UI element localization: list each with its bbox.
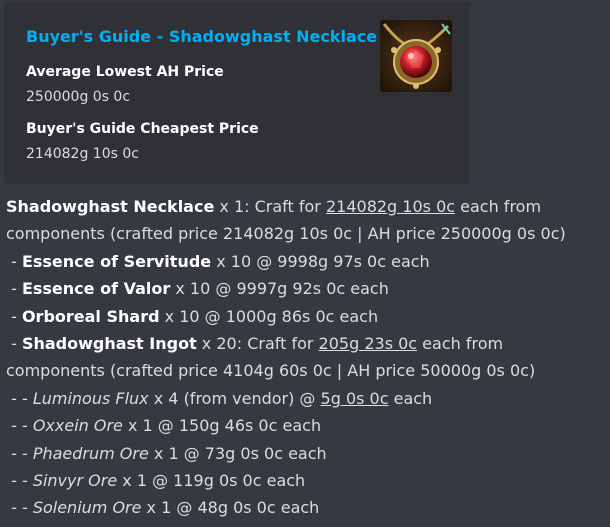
list-item: components (crafted price 4104g 60s 0c |…: [6, 361, 536, 381]
item-name: Sinvyr Ore: [32, 471, 118, 491]
item-name: Phaedrum Ore: [32, 443, 149, 463]
list-item: - - Solenium Ore x 1 @ 48g 0s 0c each: [6, 498, 320, 518]
item-name: Luminous Flux: [32, 388, 149, 408]
list-item: Shadowghast Necklace x 1: Craft for 2140…: [6, 197, 542, 216]
price-link[interactable]: 205g 23s 0c: [319, 334, 418, 353]
field-average-lowest-ah-price-value: 250000g 0s 0c: [26, 89, 131, 105]
shadowghast-necklace-icon[interactable]: [380, 20, 452, 92]
item-name: Essence of Valor: [21, 279, 171, 299]
price-link[interactable]: 5g 0s 0c: [321, 389, 389, 408]
list-item: - - Oxxein Ore x 1 @ 150g 46s 0c each: [6, 416, 322, 436]
list-item: - Shadowghast Ingot x 20: Craft for 205g…: [6, 334, 504, 354]
list-item: - Essence of Servitude x 10 @ 9998g 97s …: [6, 251, 430, 271]
embed-title[interactable]: Buyer's Guide - Shadowghast Necklace: [26, 27, 377, 46]
price-link[interactable]: 214082g 10s 0c: [326, 197, 455, 216]
item-name: Shadowghast Necklace: [6, 197, 215, 216]
list-item: - - Luminous Flux x 4 (from vendor) @ 5g…: [6, 388, 433, 408]
item-name: Solenium Ore: [32, 498, 142, 518]
list-item: - Orboreal Shard x 10 @ 1000g 86s 0c eac…: [6, 306, 379, 326]
list-item: - - Phaedrum Ore x 1 @ 73g 0s 0c each: [6, 443, 327, 463]
field-cheapest-price-value: 214082g 10s 0c: [26, 146, 139, 162]
field-cheapest-price-label: Buyer's Guide Cheapest Price: [26, 121, 259, 137]
field-average-lowest-ah-price-label: Average Lowest AH Price: [26, 64, 224, 80]
list-item: - - Sinvyr Ore x 1 @ 119g 0s 0c each: [6, 471, 306, 491]
buyers-guide-embed: Buyer's Guide - Shadowghast Necklace Ave…: [4, 2, 470, 184]
item-name: Shadowghast Ingot: [21, 334, 197, 354]
list-item: - Essence of Valor x 10 @ 9997g 92s 0c e…: [6, 279, 389, 299]
list-item: components (crafted price 214082g 10s 0c…: [6, 224, 566, 244]
message-content: Shadowghast Necklace x 1: Craft for 2140…: [6, 193, 606, 522]
item-name: Oxxein Ore: [32, 416, 123, 436]
item-name: Orboreal Shard: [21, 306, 160, 326]
item-name: Essence of Servitude: [21, 251, 212, 271]
